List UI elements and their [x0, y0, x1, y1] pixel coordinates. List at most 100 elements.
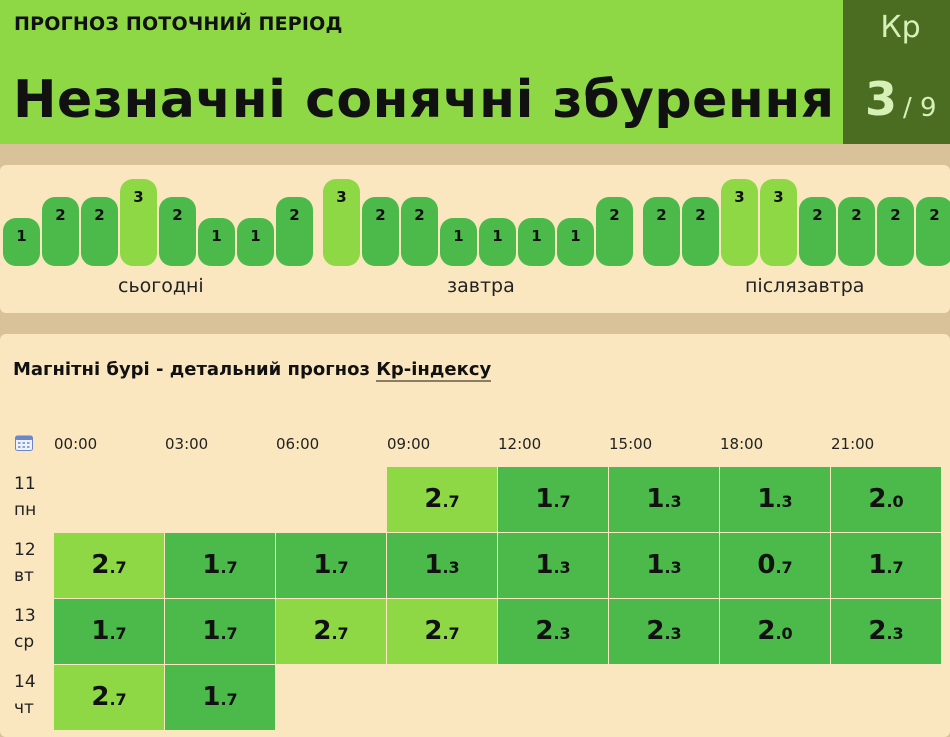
time-column-label: 15:00	[609, 435, 653, 453]
kp-bar-value: 3	[773, 188, 784, 206]
kp-forecast-cell: 0.7	[720, 533, 830, 598]
time-column-label: 09:00	[387, 435, 431, 453]
kp-bar: 1	[518, 218, 555, 266]
kp-forecast-cell: 1.3	[609, 533, 719, 598]
time-column-label: 06:00	[276, 435, 320, 453]
time-column-label: 18:00	[720, 435, 764, 453]
kp-forecast-cell: 2.7	[387, 599, 497, 664]
forecast-period-label: ПРОГНОЗ ПОТОЧНИЙ ПЕРІОД	[14, 13, 343, 35]
time-column-label: 00:00	[54, 435, 98, 453]
kp-forecast-cell: 2.0	[720, 599, 830, 664]
kp-forecast-cell: 1.7	[165, 665, 275, 730]
kp-index-link[interactable]: Кр-індексу	[376, 359, 492, 382]
kp-bar-value: 2	[94, 206, 105, 224]
detail-title: Магнітні бурі - детальний прогноз Кр-інд…	[13, 359, 492, 382]
day-label-today: сьогодні	[118, 275, 204, 297]
kp-bar-value: 2	[414, 206, 425, 224]
kp-forecast-cell: 2.7	[276, 599, 386, 664]
kp-forecast-cell: 1.7	[54, 599, 164, 664]
kp-bar-value: 1	[211, 227, 222, 245]
row-date-label: 12 вт	[14, 540, 36, 586]
row-date-label: 13 ср	[14, 606, 36, 652]
kp-forecast-cell: 1.3	[609, 467, 719, 532]
kp-forecast-cell: 1.7	[831, 533, 941, 598]
kp-bar-value: 1	[492, 227, 503, 245]
kp-bar: 1	[557, 218, 594, 266]
kp-bar-value: 3	[734, 188, 745, 206]
kp-bar: 3	[323, 179, 360, 266]
kp-bar: 2	[362, 197, 399, 266]
kp-label: Кр	[880, 10, 921, 45]
time-column-label: 03:00	[165, 435, 209, 453]
kp-bar: 2	[596, 197, 633, 266]
row-date-label: 11 пн	[14, 474, 37, 520]
kp-detail-panel: Магнітні бурі - детальний прогноз Кр-інд…	[0, 334, 950, 737]
kp-bar: 1	[479, 218, 516, 266]
kp-bar: 3	[721, 179, 758, 266]
forecast-header: ПРОГНОЗ ПОТОЧНИЙ ПЕРІОД Незначні сонячні…	[0, 0, 950, 144]
calendar-icon[interactable]	[15, 434, 33, 451]
kp-bar-value: 2	[812, 206, 823, 224]
kp-bar-value: 2	[375, 206, 386, 224]
kp-bar: 1	[198, 218, 235, 266]
kp-bar: 3	[120, 179, 157, 266]
kp-forecast-cell: 2.3	[498, 599, 608, 664]
kp-bar-value: 1	[453, 227, 464, 245]
kp-index-box: Кр 3 / 9	[843, 0, 950, 144]
kp-bar: 2	[159, 197, 196, 266]
kp-bar: 3	[760, 179, 797, 266]
kp-value: 3	[865, 72, 898, 126]
kp-forecast-cell: 2.7	[54, 533, 164, 598]
kp-bar: 2	[799, 197, 836, 266]
header-banner: ПРОГНОЗ ПОТОЧНИЙ ПЕРІОД Незначні сонячні…	[0, 0, 843, 144]
kp-bars-panel: сьогодні завтра післязавтра 1 2 2 3 2 1 1 2 3 2 2 1…	[0, 165, 950, 313]
kp-bar-value: 1	[531, 227, 542, 245]
kp-bar-value: 3	[336, 188, 347, 206]
kp-forecast-cell: 2.0	[831, 467, 941, 532]
kp-bar-value: 1	[250, 227, 261, 245]
kp-forecast-cell: 1.7	[276, 533, 386, 598]
kp-bar-value: 2	[289, 206, 300, 224]
kp-bar: 2	[916, 197, 950, 266]
kp-bar: 2	[838, 197, 875, 266]
kp-forecast-cell: 1.3	[387, 533, 497, 598]
day-label-day-after: післязавтра	[745, 275, 865, 297]
forecast-title: Незначні сонячні збурення	[13, 70, 835, 130]
kp-max: / 9	[903, 93, 937, 123]
kp-bar-value: 2	[851, 206, 862, 224]
kp-bar: 2	[42, 197, 79, 266]
kp-bar-value: 2	[695, 206, 706, 224]
kp-forecast-cell: 2.7	[54, 665, 164, 730]
kp-forecast-cell: 2.3	[609, 599, 719, 664]
kp-bar-value: 2	[656, 206, 667, 224]
kp-forecast-cell: 2.7	[387, 467, 497, 532]
kp-forecast-cell: 1.7	[498, 467, 608, 532]
kp-bar-value: 3	[133, 188, 144, 206]
kp-bar: 2	[276, 197, 313, 266]
kp-bar-value: 2	[172, 206, 183, 224]
day-label-tomorrow: завтра	[447, 275, 515, 297]
kp-forecast-cell: 1.3	[720, 467, 830, 532]
kp-forecast-cell: 1.3	[498, 533, 608, 598]
kp-bar: 1	[440, 218, 477, 266]
kp-bar: 2	[643, 197, 680, 266]
kp-bar-value: 1	[16, 227, 27, 245]
kp-bar: 1	[3, 218, 40, 266]
kp-bar: 2	[682, 197, 719, 266]
time-column-label: 21:00	[831, 435, 875, 453]
kp-bar-value: 2	[609, 206, 620, 224]
detail-title-text: Магнітні бурі - детальний прогноз	[13, 359, 377, 380]
kp-bar: 2	[877, 197, 914, 266]
time-column-label: 12:00	[498, 435, 542, 453]
kp-bar-value: 2	[890, 206, 901, 224]
kp-bar: 2	[81, 197, 118, 266]
kp-bar-value: 1	[570, 227, 581, 245]
kp-bar-value: 2	[929, 206, 940, 224]
kp-bar: 2	[401, 197, 438, 266]
row-date-label: 14 чт	[14, 672, 36, 718]
kp-forecast-cell: 1.7	[165, 599, 275, 664]
kp-forecast-cell: 1.7	[165, 533, 275, 598]
kp-forecast-cell: 2.3	[831, 599, 941, 664]
kp-bar-value: 2	[55, 206, 66, 224]
kp-bar: 1	[237, 218, 274, 266]
